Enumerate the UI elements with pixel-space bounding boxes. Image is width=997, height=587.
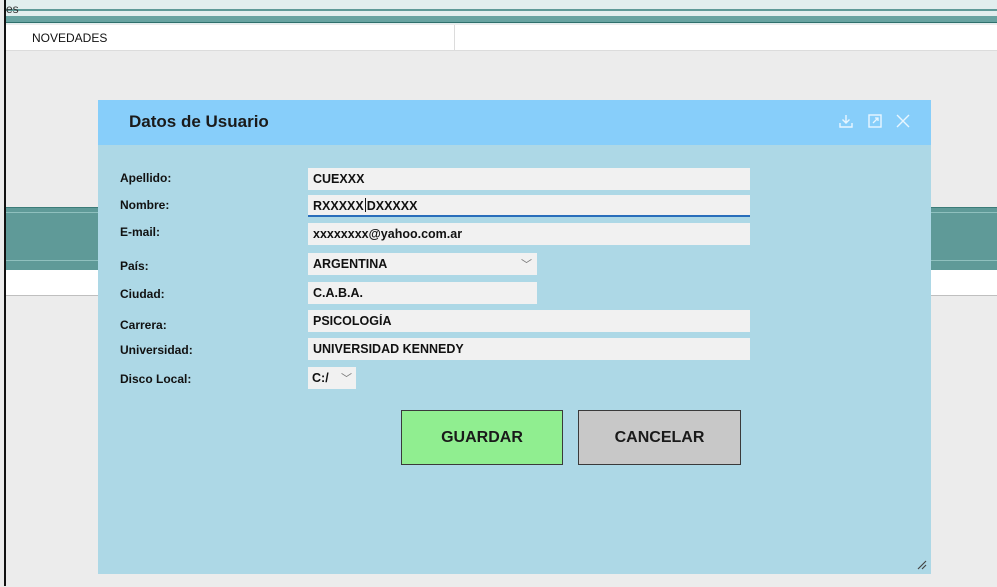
nombre-value-part: RXXXXX [313,199,364,213]
carrera-label: Carrera: [120,318,167,332]
email-label: E-mail: [120,225,161,239]
chevron-down-icon: ﹀ [521,259,532,271]
universidad-input[interactable] [308,338,750,360]
carrera-input[interactable] [308,310,750,332]
universidad-label: Universidad: [120,343,193,357]
menu-item-novedades[interactable]: NOVEDADES [32,31,107,45]
user-data-dialog: Datos de Usuario Apellido: Nombre: RXXXX… [98,100,931,574]
nombre-input[interactable]: RXXXXX DXXXXX [308,195,750,217]
chevron-down-icon: ﹀ [341,373,352,385]
dialog-header[interactable]: Datos de Usuario [98,100,931,145]
email-input[interactable] [308,223,750,245]
disco-local-selected-value: C:/ [312,371,329,385]
apellido-label: Apellido: [120,171,172,185]
ciudad-label: Ciudad: [120,287,165,301]
cancel-button[interactable]: CANCELAR [578,410,741,465]
text-caret [364,198,366,212]
app-title: es [6,2,19,16]
pais-select[interactable]: ARGENTINA ﹀ [308,253,537,275]
pais-selected-value: ARGENTINA [313,257,388,271]
dialog-title: Datos de Usuario [129,112,269,131]
nombre-value-part: DXXXXX [366,199,418,213]
menu-divider [454,25,455,50]
title-bar-line [6,22,997,23]
disco-local-label: Disco Local: [120,372,192,386]
nombre-label: Nombre: [120,198,170,212]
pais-label: País: [120,259,149,273]
ciudad-input[interactable] [308,282,537,304]
disco-local-select[interactable]: C:/ ﹀ [308,367,356,389]
save-button[interactable]: GUARDAR [401,410,563,465]
apellido-input[interactable] [308,168,750,190]
title-bar-line [6,9,997,11]
resize-grip-icon[interactable] [915,558,927,570]
maximize-icon[interactable] [866,112,884,130]
download-icon[interactable] [837,112,855,130]
menu-bar: NOVEDADES [6,25,997,51]
close-icon[interactable] [894,112,912,130]
